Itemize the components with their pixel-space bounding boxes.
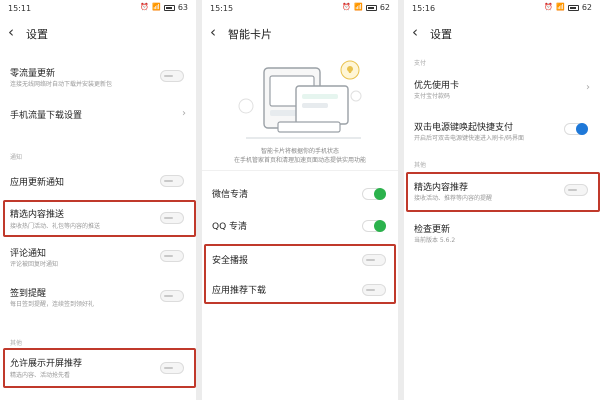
qq-clean-toggle[interactable] xyxy=(362,220,386,232)
title-bar: ‹ 智能卡片 xyxy=(202,22,398,44)
status-icons: ⏰ 📶 62 xyxy=(342,3,390,12)
setting-row-app-update-notify[interactable]: 应用更新通知 xyxy=(0,172,196,192)
setting-row-comment-notify[interactable]: 评论通知 评论被回复时通知 xyxy=(0,244,196,274)
back-arrow-icon[interactable]: ‹ xyxy=(210,24,216,40)
alarm-icon: ⏰ xyxy=(544,3,554,11)
setting-description: 连接无线网络时自动下载并安装更新包 xyxy=(10,81,113,88)
setting-row-check-update[interactable]: 检查更新 当前版本 5.6.2 xyxy=(404,220,600,250)
status-icons: ⏰ 📶 63 xyxy=(140,3,188,12)
wechat-clean-toggle[interactable] xyxy=(362,188,386,200)
section-header: 通知 xyxy=(10,154,23,161)
setting-label: 双击电源键唤起快捷支付 xyxy=(414,123,514,133)
checkin-reminder-toggle[interactable] xyxy=(160,290,184,302)
page-title: 设置 xyxy=(430,28,452,41)
back-arrow-icon[interactable]: ‹ xyxy=(412,24,418,40)
settings-screen-1: 15:11 ⏰ 📶 63 ‹ 设置 零流量更新 连接无线网络时自动下载并安装更新… xyxy=(0,0,196,400)
setting-label: 零流量更新 xyxy=(10,69,56,79)
status-time: 15:16 xyxy=(412,4,436,13)
setting-row-mobile-data-download[interactable]: 手机流量下载设置 › xyxy=(0,104,196,124)
setting-row-double-click-pay[interactable]: 双击电源键唤起快捷支付 开启后可双击电源键快速进入刷卡/码界面 xyxy=(404,118,600,148)
highlight-box xyxy=(3,348,196,388)
bulb-icon xyxy=(340,60,360,80)
setting-label: 检查更新 xyxy=(414,225,451,235)
section-header: 支付 xyxy=(414,60,427,67)
smart-card-illustration xyxy=(238,60,362,139)
status-bar: 15:16 ⏰ 📶 62 xyxy=(404,0,600,18)
battery-icon xyxy=(365,4,377,11)
title-bar: ‹ 设置 xyxy=(404,22,600,44)
app-update-notify-toggle[interactable] xyxy=(160,175,184,187)
chevron-right-icon: › xyxy=(586,82,590,93)
section-header: 其他 xyxy=(414,162,427,169)
setting-description: 每日签到提醒，连续签到领好礼 xyxy=(10,301,95,308)
card-row-qq-clean[interactable]: QQ 专清 xyxy=(202,216,398,236)
battery-icon xyxy=(567,4,579,11)
setting-row-checkin-reminder[interactable]: 签到提醒 每日签到提醒，连续签到领好礼 xyxy=(0,284,196,314)
divider xyxy=(202,170,398,171)
status-bar: 15:15 ⏰ 📶 62 xyxy=(202,0,398,18)
smart-cards-screen: 15:15 ⏰ 📶 62 ‹ 智能卡片 智能卡片将根据你的手机状态 在手机管家首… xyxy=(202,0,398,400)
alarm-icon: ⏰ xyxy=(140,3,150,11)
status-icons: ⏰ 📶 62 xyxy=(544,3,592,12)
status-bar: 15:11 ⏰ 📶 63 xyxy=(0,0,196,18)
section-header: 其他 xyxy=(10,340,23,347)
intro-caption-line-2: 在手机管家首页和清理加速页面动态提供实用功能 xyxy=(233,157,366,164)
status-time: 15:15 xyxy=(210,4,234,13)
battery-level: 62 xyxy=(379,3,390,12)
page-title: 智能卡片 xyxy=(228,28,272,41)
settings-screen-2: 15:16 ⏰ 📶 62 ‹ 设置 支付 优先使用卡 支付宝付款码 › 双击电源… xyxy=(404,0,600,400)
setting-label: 微信专清 xyxy=(212,190,249,200)
double-click-pay-toggle[interactable] xyxy=(564,123,588,135)
setting-description: 当前版本 5.6.2 xyxy=(414,237,456,244)
setting-label: 手机流量下载设置 xyxy=(10,111,83,121)
zero-traffic-update-toggle[interactable] xyxy=(160,70,184,82)
setting-description: 支付宝付款码 xyxy=(414,93,451,100)
battery-level: 63 xyxy=(177,3,188,12)
setting-row-preferred-card[interactable]: 优先使用卡 支付宝付款码 › xyxy=(404,76,600,106)
setting-label: 优先使用卡 xyxy=(414,81,460,91)
alarm-icon: ⏰ xyxy=(342,3,352,11)
wifi-icon: 📶 xyxy=(152,3,161,11)
title-bar: ‹ 设置 xyxy=(0,22,196,44)
battery-level: 62 xyxy=(581,3,592,12)
intro-caption-line-1: 智能卡片将根据你的手机状态 xyxy=(260,148,339,155)
page-title: 设置 xyxy=(26,28,48,41)
highlight-box xyxy=(3,200,196,237)
setting-label: 评论通知 xyxy=(10,249,47,259)
setting-description: 开启后可双击电源键快速进入刷卡/码界面 xyxy=(414,135,525,142)
setting-description: 评论被回复时通知 xyxy=(10,261,59,268)
highlight-box xyxy=(204,244,396,304)
chevron-right-icon: › xyxy=(182,108,186,119)
highlight-box xyxy=(406,172,600,212)
comment-notify-toggle[interactable] xyxy=(160,250,184,262)
wifi-icon: 📶 xyxy=(556,3,565,11)
status-time: 15:11 xyxy=(8,4,32,13)
back-arrow-icon[interactable]: ‹ xyxy=(8,24,14,40)
setting-label: QQ 专清 xyxy=(212,222,248,232)
wifi-icon: 📶 xyxy=(354,3,363,11)
setting-row-zero-traffic-update[interactable]: 零流量更新 连接无线网络时自动下载并安装更新包 xyxy=(0,64,196,94)
card-row-wechat-clean[interactable]: 微信专清 xyxy=(202,184,398,204)
setting-label: 应用更新通知 xyxy=(10,178,65,188)
battery-icon xyxy=(163,4,175,11)
setting-label: 签到提醒 xyxy=(10,289,47,299)
